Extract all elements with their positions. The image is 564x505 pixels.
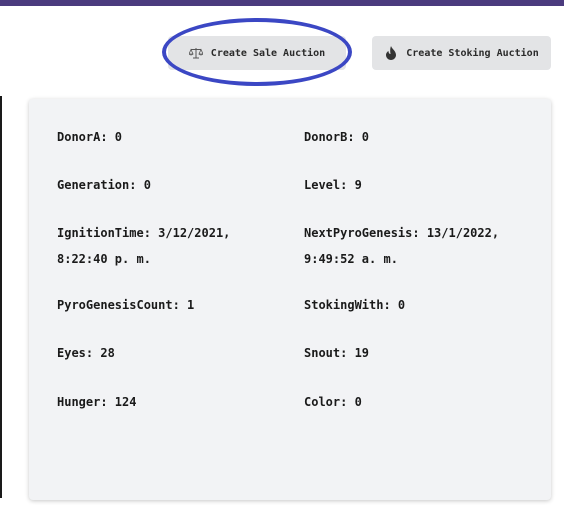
eyes-field: Eyes: 28	[57, 346, 115, 360]
scale-icon	[188, 46, 203, 60]
stoking-with-field: StokingWith: 0	[304, 298, 406, 312]
next-pyrogenesis-field-line2: 9:49:52 a. m.	[304, 252, 398, 266]
fire-icon	[384, 46, 398, 60]
next-pyrogenesis-field-line1: NextPyroGenesis: 13/1/2022,	[304, 226, 500, 240]
snout-field: Snout: 19	[304, 346, 370, 360]
ignition-time-field-line1: IgnitionTime: 3/12/2021,	[57, 226, 231, 240]
level-field: Level: 9	[304, 178, 362, 192]
pyrogenesis-count-field: PyroGenesisCount: 1	[57, 298, 195, 312]
top-accent-bar	[0, 0, 564, 6]
donor-b-field: DonorB: 0	[304, 130, 370, 144]
color-field: Color: 0	[304, 395, 362, 409]
ignition-time-field-line2: 8:22:40 p. m.	[57, 252, 151, 266]
create-sale-auction-label: Create Sale Auction	[210, 47, 326, 59]
donor-a-field: DonorA: 0	[57, 130, 123, 144]
hunger-field: Hunger: 124	[57, 395, 137, 409]
create-stoking-auction-button[interactable]: Create Stoking Auction	[372, 36, 551, 70]
generation-field: Generation: 0	[57, 178, 151, 192]
create-sale-auction-button[interactable]: Create Sale Auction	[168, 36, 346, 70]
create-stoking-auction-label: Create Stoking Auction	[406, 47, 539, 59]
left-divider	[0, 96, 2, 498]
